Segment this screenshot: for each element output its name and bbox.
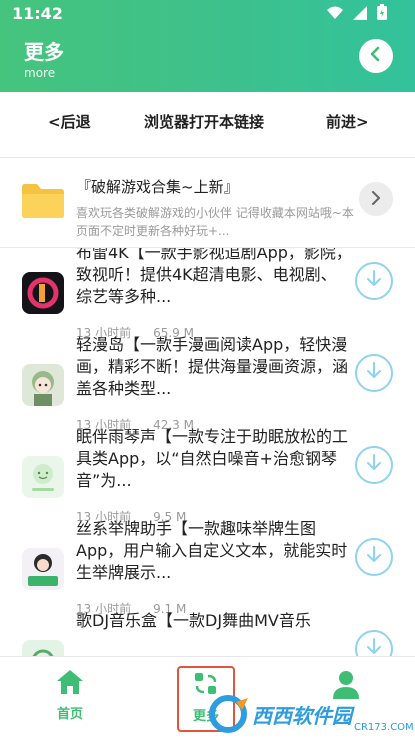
list-item[interactable]: 布雷4K【一款手影视追剧App，影院，致视听！提供4K超清电影、电视剧、综艺等多… [0,248,415,340]
status-icons [327,4,387,24]
header: 11:42 更多 more [0,0,415,92]
app-title: 布雷4K【一款手影视追剧App，影院，致视听！提供4K超清电影、电视剧、综艺等多… [76,248,352,306]
app-title: 歌DJ音乐盒【一款DJ舞曲MV音乐 [76,611,311,630]
app-title: 轻漫岛【一款手漫画阅读App，轻快漫画，精彩不断！提供海量漫画资源，涵盖各种类型… [76,335,349,398]
list-item[interactable]: 眠伴雨琴声【一款专注于助眠放松的工具类App，以“自然白噪音+治愈钢琴音”为..… [0,427,415,524]
battery-icon [377,4,387,24]
status-time: 11:42 [12,4,63,23]
signal-icon [353,5,367,24]
tab-user[interactable] [316,669,376,738]
home-icon [56,669,84,699]
download-button[interactable] [355,538,393,576]
list-item[interactable]: 轻漫岛【一款手漫画阅读App，轻快漫画，精彩不断！提供海量漫画资源，涵盖各种类型… [0,335,415,432]
banner-open-button[interactable] [359,182,393,216]
download-icon [366,362,382,384]
download-button[interactable] [355,354,393,392]
download-icon [366,270,382,292]
banner-title: 『破解游戏合集~上新』 [76,178,239,196]
banner-description: 喜欢玩各类破解游戏的小伙伴 记得收藏本网站哦~本页面不定时更新各种好玩+... [76,206,354,238]
download-button[interactable] [355,630,393,658]
qingmandao-icon [22,364,64,406]
page-title: 更多 [24,40,64,64]
chevron-right-icon [370,190,382,209]
folder-icon [22,182,64,218]
status-bar: 11:42 [0,0,415,28]
list-item[interactable]: 歌DJ音乐盒【一款DJ舞曲MV音乐 [0,611,415,658]
download-button[interactable] [355,262,393,300]
user-icon [331,669,361,703]
back-button[interactable] [359,39,393,73]
mianban-icon [22,456,64,498]
nav-forward-button[interactable]: 前进> [326,111,369,132]
wifi-icon [327,5,343,24]
app-screen: 11:42 更多 more <后退 浏览器打开本链接 前进> 『破解游戏合集~上… [0,0,415,738]
chevron-left-icon [368,46,384,66]
page-subtitle: more [24,66,56,80]
bolei-4k-icon [22,272,64,314]
refresh-grid-icon [193,671,219,701]
browser-nav-bar: <后退 浏览器打开本链接 前进> [0,92,415,158]
app-title: 眠伴雨琴声【一款专注于助眠放松的工具类App，以“自然白噪音+治愈钢琴音”为..… [76,427,349,490]
tab-home[interactable]: 首页 [48,669,92,738]
list-item[interactable]: 丝系举牌助手【一款趣味举牌生图App，用户输入自定义文本，就能实时生举牌展示..… [0,519,415,616]
tab-more-label: 更多 [192,709,219,724]
app-title: 丝系举牌助手【一款趣味举牌生图App，用户输入自定义文本，就能实时生举牌展示..… [76,519,348,582]
download-icon [366,546,382,568]
tab-more[interactable]: 更多 [177,666,235,732]
collection-banner[interactable]: 『破解游戏合集~上新』 喜欢玩各类破解游戏的小伙伴 记得收藏本网站哦~本页面不定… [0,158,415,248]
tab-home-label: 首页 [56,707,83,722]
nav-back-button[interactable]: <后退 [48,111,91,132]
download-icon [366,454,382,476]
download-button[interactable] [355,446,393,484]
open-in-browser-button[interactable]: 浏览器打开本链接 [144,111,264,132]
app-list: 布雷4K【一款手影视追剧App，影院，致视听！提供4K超清电影、电视剧、综艺等多… [0,248,415,658]
download-icon [366,638,382,658]
jupai-icon [22,548,64,590]
bottom-nav: 首页 更多 [0,656,415,738]
